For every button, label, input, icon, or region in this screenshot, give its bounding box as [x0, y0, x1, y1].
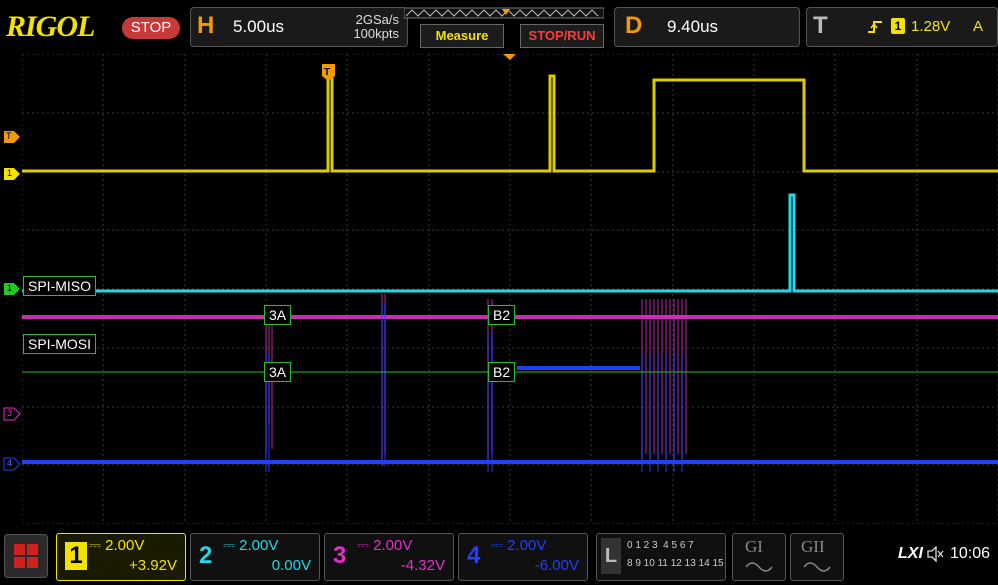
ch1-number: 1: [65, 542, 87, 570]
ch4-marker-label: 4: [7, 458, 13, 468]
memory-position-strip: [403, 6, 605, 20]
left-marker-column: T 1 1 3 4: [0, 54, 22, 524]
sine-wave-icon: [803, 560, 831, 578]
ch2-offset: 0.00V: [271, 557, 311, 574]
ch2-number: 2: [199, 542, 213, 569]
run-state-badge[interactable]: STOP: [122, 17, 180, 39]
ch3-offset: -4.32V: [400, 557, 445, 574]
ch4-scale: 2.00V: [507, 537, 547, 554]
miso-decode-b2[interactable]: B2: [488, 305, 516, 325]
gen1-label: GI: [745, 537, 763, 556]
ch3-box[interactable]: 3 ⎓ 2.00V -4.32V: [324, 533, 454, 581]
ch2-scale: 2.00V: [239, 537, 279, 554]
ch4-bursts: [265, 304, 683, 472]
trigger-letter: T: [813, 12, 828, 39]
miso-decode-3a[interactable]: 3A: [264, 305, 292, 325]
memory-depth: 100kpts: [353, 26, 399, 41]
ch2-marker-label: 1: [7, 283, 13, 293]
delay-panel[interactable]: D 9.40us: [614, 7, 800, 47]
ch1-marker-label: 1: [7, 168, 13, 178]
rising-edge-icon: [867, 19, 883, 35]
top-toolbar: RIGOL STOP H 5.00us 2GSa/s 100kpts Measu…: [0, 0, 998, 52]
spi-mosi-label: SPI-MOSI: [23, 334, 97, 354]
stop-run-button[interactable]: STOP/RUN: [520, 24, 604, 48]
measure-button[interactable]: Measure: [420, 24, 504, 48]
trigger-mode: A: [973, 18, 984, 35]
gen1-box[interactable]: GI: [732, 533, 786, 581]
gen2-box[interactable]: GII: [790, 533, 844, 581]
ch1-scale: 2.00V: [105, 537, 145, 554]
ch2-box[interactable]: 2 ⎓ 2.00V 0.00V: [190, 533, 320, 581]
logic-row2: 8 9 10 11 12 13 14 15: [627, 558, 724, 569]
gen2-label: GII: [801, 537, 825, 556]
trigger-panel[interactable]: T 1 1.28V A: [806, 7, 998, 47]
logic-letter: L: [601, 538, 621, 574]
horizontal-panel[interactable]: H 5.00us 2GSa/s 100kpts: [190, 7, 408, 47]
trigger-source: 1: [891, 18, 905, 34]
ch3-bursts: [265, 294, 687, 464]
ch4-box[interactable]: 4 ⎓ 2.00V -6.00V: [458, 533, 588, 581]
ch1-trace: [22, 72, 998, 173]
ch3-scale: 2.00V: [373, 537, 413, 554]
ch1-box[interactable]: 1 ⎓ 2.00V +3.92V: [56, 533, 186, 581]
spi-miso-label: SPI-MISO: [23, 276, 97, 296]
trigger-marker-label: T: [6, 131, 12, 141]
ch3-marker-label: 3: [7, 408, 13, 418]
logic-row1: 0 1 2 3 4 5 6 7: [627, 540, 694, 551]
mosi-decode-b2[interactable]: B2: [488, 362, 516, 382]
menu-button[interactable]: [4, 534, 48, 578]
mosi-decode-3a[interactable]: 3A: [264, 362, 292, 382]
sine-wave-icon: [745, 560, 773, 578]
svg-text:T: T: [324, 67, 330, 78]
graticule: [22, 54, 998, 524]
delay-letter: D: [625, 12, 643, 39]
trigger-position-marker: [503, 54, 516, 60]
sample-rate: 2GSa/s: [355, 12, 399, 27]
speaker-muted-icon[interactable]: [926, 545, 944, 563]
ch3-number: 3: [333, 542, 347, 569]
ch4-offset: -6.00V: [534, 557, 579, 574]
waveform-svg: T: [22, 54, 998, 524]
grid-menu-icon: [13, 543, 39, 569]
trigger-level: 1.28V: [911, 18, 951, 35]
clock-time: 10:06: [950, 545, 991, 562]
rigol-logo: RIGOL: [6, 10, 95, 43]
delay-value: 9.40us: [667, 17, 719, 36]
timebase-value: 5.00us: [233, 17, 285, 36]
ch1-offset: +3.92V: [129, 557, 177, 574]
logic-box[interactable]: L 0 1 2 3 4 5 6 7 8 9 10 11 12 13 14 15: [596, 533, 726, 581]
ch4-number: 4: [467, 542, 481, 569]
waveform-display[interactable]: T SPI-MISO 3A B2 SPI-MOSI 3A B2: [22, 54, 998, 524]
lxi-logo: LXI: [898, 545, 923, 562]
horizontal-letter: H: [197, 12, 215, 39]
